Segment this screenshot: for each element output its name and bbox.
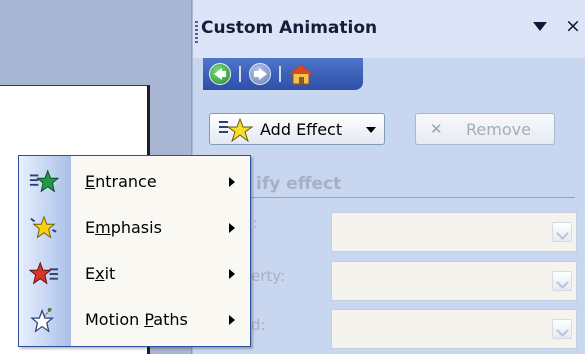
submenu-arrow-icon [229, 177, 235, 187]
task-pane-menu-icon[interactable] [533, 22, 547, 31]
exit-star-icon [29, 261, 59, 285]
emphasis-star-icon [30, 215, 57, 239]
motion-paths-star-icon [30, 307, 55, 333]
section-divider [197, 197, 575, 198]
start-field-label: : [253, 214, 259, 232]
add-effect-menu: Entrance Emphasis Exit Motion Paths [18, 155, 251, 347]
remove-button: ✕ Remove [415, 113, 555, 145]
remove-label: Remove [466, 120, 531, 139]
menu-item-label: Emphasis [85, 218, 162, 237]
property-field-label: erty: [251, 267, 286, 285]
modify-effect-heading: ify effect [256, 174, 342, 194]
menu-item-motion-paths[interactable]: Motion Paths [19, 298, 250, 342]
home-icon[interactable] [288, 63, 314, 85]
speed-combo [331, 309, 577, 349]
close-icon[interactable]: × [565, 15, 581, 37]
task-pane-header: Custom Animation × [193, 0, 585, 58]
menu-item-exit[interactable]: Exit [19, 252, 250, 296]
submenu-arrow-icon [229, 269, 235, 279]
chevron-down-icon [552, 319, 572, 339]
submenu-arrow-icon [229, 315, 235, 325]
start-combo [331, 212, 577, 252]
chevron-down-icon [552, 271, 572, 291]
nav-separator [239, 66, 241, 82]
menu-item-entrance[interactable]: Entrance [19, 160, 250, 204]
nav-separator [279, 66, 281, 82]
add-effect-button[interactable]: Add Effect [209, 113, 385, 145]
task-pane-grip-icon[interactable] [195, 21, 198, 43]
menu-item-label: Exit [85, 264, 116, 283]
forward-arrow-icon[interactable] [249, 63, 271, 85]
chevron-down-icon [366, 127, 376, 133]
custom-animation-task-pane: Custom Animation × Add Effect ✕ Remove i… [193, 0, 585, 354]
back-arrow-icon[interactable] [209, 63, 231, 85]
property-combo [331, 261, 577, 301]
menu-item-label: Motion Paths [85, 310, 188, 329]
menu-item-emphasis[interactable]: Emphasis [19, 206, 250, 250]
remove-effect-icon: ✕ [430, 120, 443, 138]
menu-item-label: Entrance [85, 172, 157, 191]
entrance-star-icon [29, 169, 59, 193]
task-pane-nav-bar [203, 58, 363, 90]
submenu-arrow-icon [229, 223, 235, 233]
task-pane-title: Custom Animation [201, 18, 378, 38]
speed-field-label: d: [251, 316, 266, 334]
chevron-down-icon [552, 222, 572, 242]
add-effect-label: Add Effect [260, 120, 343, 139]
add-effect-icon [219, 118, 254, 142]
